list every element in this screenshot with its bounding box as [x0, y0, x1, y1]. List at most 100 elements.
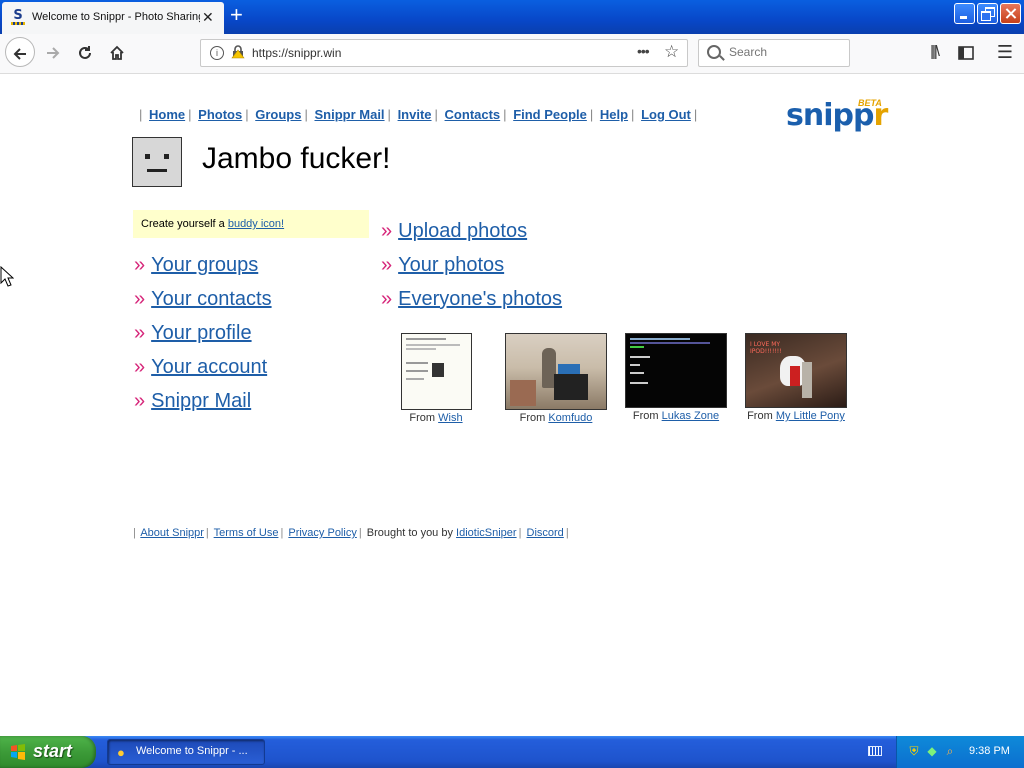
bookmark-star-icon[interactable]: ☆: [664, 42, 679, 62]
thumbnail-image-komfudo[interactable]: [505, 333, 607, 410]
thumbnail-image-my-little-pony[interactable]: I LOVE MY IPOD!!!!!!!: [745, 333, 847, 408]
magnifier-icon[interactable]: ⌕: [943, 744, 957, 758]
greeting-heading: Jambo fucker!: [202, 142, 391, 175]
nav-log-out-link[interactable]: Log Out: [641, 107, 691, 122]
site-navigation: | Home | Photos | Groups | Snippr Mail | Inv…: [139, 107, 698, 122]
author-link[interactable]: IdioticSniper: [456, 527, 517, 539]
tab-close-icon[interactable]: ✕: [202, 10, 214, 24]
home-icon: [110, 45, 124, 60]
insecure-lock-icon[interactable]: [231, 45, 245, 59]
thumbnail-owner-link[interactable]: My Little Pony: [776, 410, 845, 422]
info-icon[interactable]: i: [210, 46, 224, 60]
nav-help-link[interactable]: Help: [600, 107, 628, 122]
back-arrow-icon: [13, 47, 26, 60]
your-contacts-link[interactable]: Your contacts: [151, 288, 271, 310]
your-groups-link[interactable]: Your groups: [151, 254, 258, 276]
forward-arrow-icon: [47, 46, 60, 59]
your-profile-link[interactable]: Your profile: [151, 322, 251, 344]
avatar-right-eye: [164, 154, 169, 159]
bullet-icon: »: [134, 288, 146, 310]
thumbnail-image-lukas-zone[interactable]: [625, 333, 727, 408]
bullet-icon: »: [134, 254, 146, 276]
sidebar-toggle-button[interactable]: [952, 38, 980, 66]
nav-find-people-link[interactable]: Find People: [513, 107, 587, 122]
window-close-button[interactable]: [1000, 3, 1021, 24]
snippr-logo[interactable]: snippr BETA: [786, 98, 888, 136]
url-text[interactable]: https://snippr.win: [252, 46, 341, 60]
bullet-icon: »: [381, 254, 393, 276]
privacy-policy-link[interactable]: Privacy Policy: [288, 527, 356, 539]
reload-button[interactable]: [71, 38, 99, 66]
photo-thumbnail: From Wish: [396, 333, 476, 424]
photo-links: » Upload photos » Your photos » Everyone's …: [381, 216, 562, 318]
your-photos-link[interactable]: Your photos: [398, 254, 504, 276]
upload-photos-link[interactable]: Upload photos: [398, 220, 527, 242]
start-label: start: [33, 741, 73, 761]
window-minimize-button[interactable]: [954, 3, 975, 24]
windows-logo-icon: [11, 744, 25, 760]
security-shield-icon[interactable]: ⛨: [907, 744, 921, 758]
window-restore-button[interactable]: [977, 3, 998, 24]
default-buddy-icon: [132, 137, 182, 187]
terms-of-use-link[interactable]: Terms of Use: [214, 527, 279, 539]
photo-thumbnail: From Lukas Zone: [625, 333, 727, 422]
discord-link[interactable]: Discord: [527, 527, 564, 539]
bullet-icon: »: [134, 390, 146, 412]
forward-button[interactable]: [39, 38, 67, 66]
nav-contacts-link[interactable]: Contacts: [445, 107, 501, 122]
hamburger-menu-icon[interactable]: ☰: [991, 38, 1019, 66]
thumbnail-owner-link[interactable]: Wish: [438, 412, 462, 424]
list-item: » Upload photos: [381, 216, 562, 250]
about-snippr-link[interactable]: About Snippr: [140, 527, 204, 539]
page-actions-icon[interactable]: •••: [637, 43, 650, 59]
list-item: » Your photos: [381, 250, 562, 284]
nav-snippr-mail-link[interactable]: Snippr Mail: [314, 107, 384, 122]
start-button[interactable]: start: [0, 736, 96, 768]
avatar-left-eye: [145, 154, 150, 159]
keyboard-icon[interactable]: [868, 746, 882, 756]
thumbnail-caption: From Wish: [409, 412, 463, 424]
nav-photos-link[interactable]: Photos: [198, 107, 242, 122]
thumbnail-image-wish[interactable]: [400, 333, 472, 410]
buddy-icon-prompt: Create yourself a buddy icon!: [133, 210, 369, 238]
search-box[interactable]: [698, 39, 850, 67]
network-icon[interactable]: ◆: [925, 744, 939, 758]
thumbnail-owner-link[interactable]: Lukas Zone: [662, 410, 719, 422]
thumbnail-caption: From Lukas Zone: [632, 410, 720, 422]
library-icon[interactable]: |||\: [920, 38, 948, 66]
nav-home-link[interactable]: Home: [149, 107, 185, 122]
page-footer: | About Snippr | Terms of Use | Privacy Po…: [133, 527, 569, 539]
buddy-prompt-text: Create yourself a: [141, 218, 228, 230]
list-item: » Everyone's photos: [381, 284, 562, 318]
photo-thumbnail: From Komfudo: [505, 333, 607, 424]
list-item: » Snippr Mail: [134, 386, 272, 420]
thumbnail-owner-link[interactable]: Komfudo: [548, 412, 592, 424]
list-item: » Your contacts: [134, 284, 272, 318]
firefox-icon: ●: [117, 745, 125, 760]
sidebar-icon: [958, 45, 974, 60]
search-icon: [707, 45, 721, 59]
back-button[interactable]: [5, 37, 35, 67]
browser-tab[interactable]: S Welcome to Snippr - Photo Sharing ✕: [2, 2, 224, 34]
system-tray: ⛨ ◆ ⌕ 9:38 PM: [896, 736, 1024, 768]
nav-groups-link[interactable]: Groups: [255, 107, 301, 122]
search-input[interactable]: [729, 45, 844, 59]
buddy-icon-link[interactable]: buddy icon!: [228, 218, 284, 230]
thumbnail-caption: From Komfudo: [519, 412, 593, 424]
clock[interactable]: 9:38 PM: [969, 745, 1010, 757]
everyones-photos-link[interactable]: Everyone's photos: [398, 288, 562, 310]
list-item: » Your groups: [134, 250, 272, 284]
page-content: | Home | Photos | Groups | Snippr Mail | Inv…: [0, 74, 1024, 736]
taskbar-window-label: Welcome to Snippr - ...: [136, 745, 248, 757]
nav-invite-link[interactable]: Invite: [398, 107, 432, 122]
snippr-favicon-icon: S: [10, 9, 26, 25]
new-tab-button[interactable]: +: [230, 4, 243, 26]
your-account-link[interactable]: Your account: [151, 356, 267, 378]
snippr-mail-link[interactable]: Snippr Mail: [151, 390, 251, 412]
taskbar-window-button[interactable]: ● Welcome to Snippr - ...: [107, 739, 265, 765]
home-button[interactable]: [103, 38, 131, 66]
browser-titlebar: S Welcome to Snippr - Photo Sharing ✕ +: [0, 0, 1024, 34]
beta-badge: BETA: [858, 98, 882, 108]
url-bar[interactable]: i https://snippr.win ••• ☆: [200, 39, 688, 67]
tab-title: Welcome to Snippr - Photo Sharing: [32, 11, 200, 23]
